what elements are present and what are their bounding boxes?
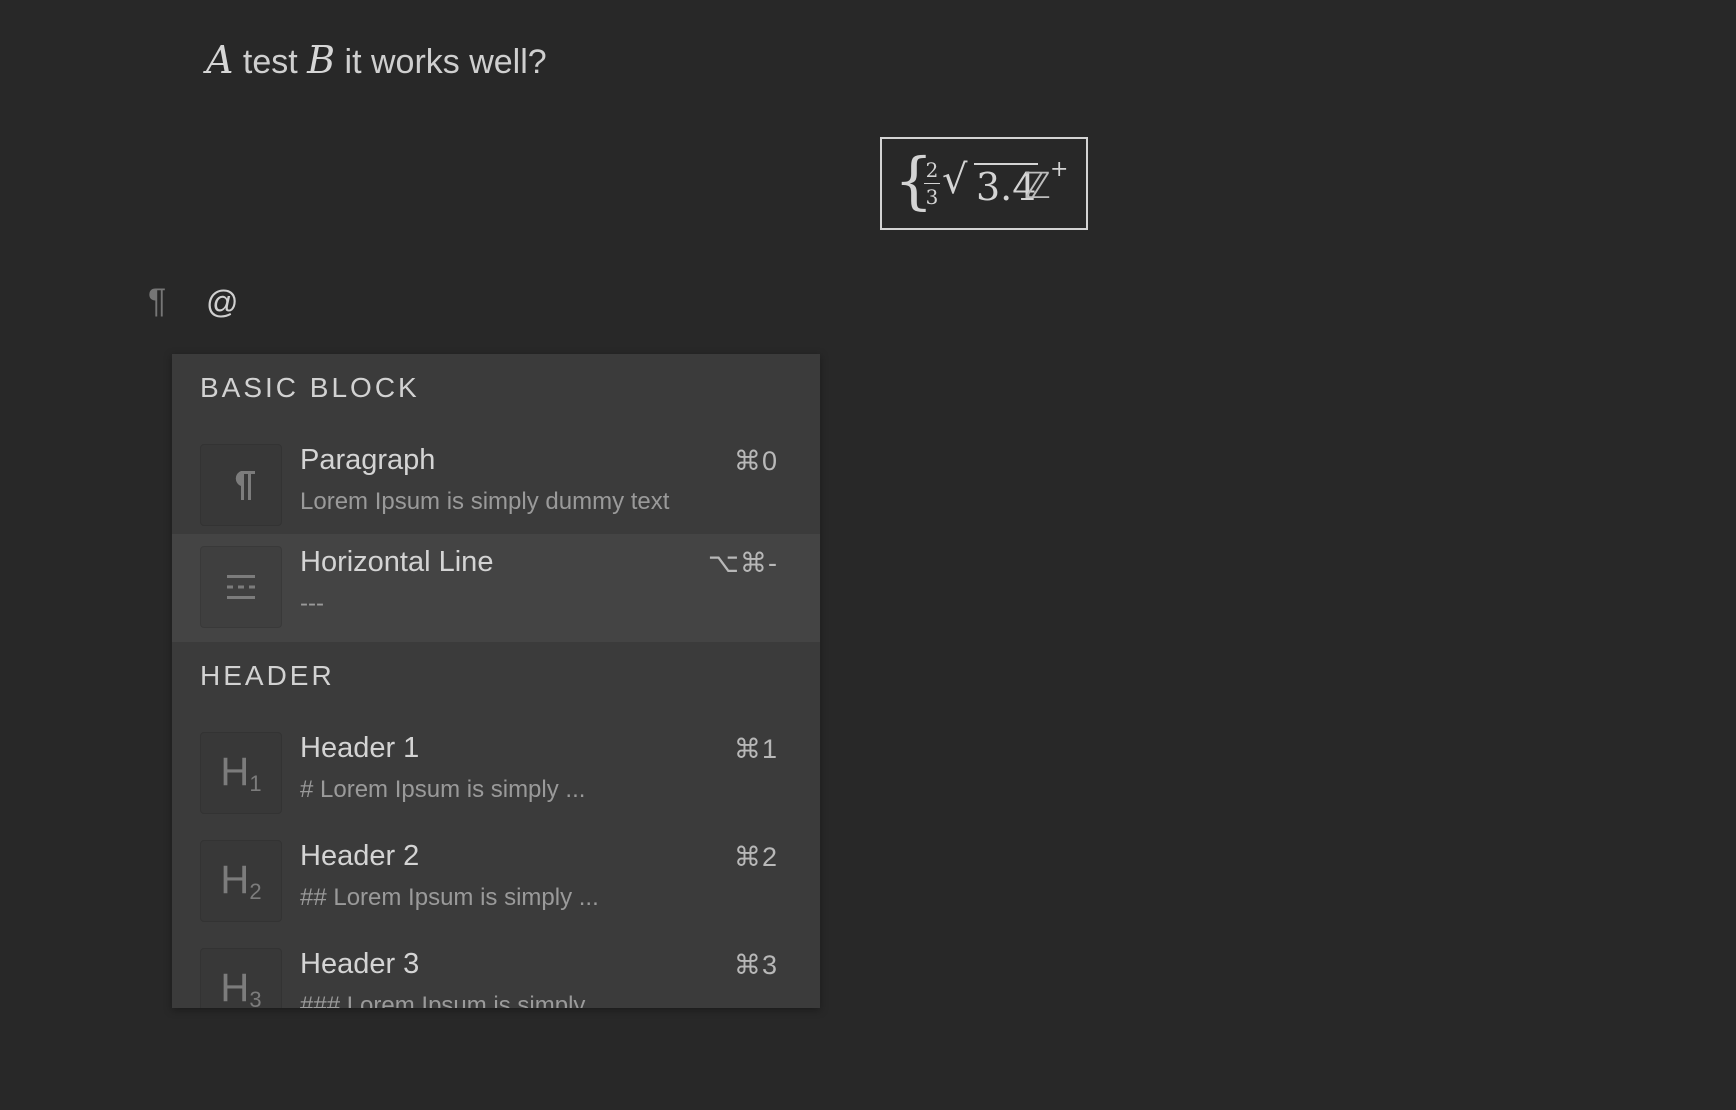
paragraph-with-inline-math[interactable]: A test B it works well? bbox=[206, 38, 547, 82]
menu-item-header-2[interactable]: H2 Header 2 ## Lorem Ipsum is simply ...… bbox=[172, 828, 820, 936]
menu-item-paragraph[interactable]: Paragraph Lorem Ipsum is simply dummy te… bbox=[172, 432, 820, 540]
section-title-header: HEADER bbox=[200, 660, 335, 691]
menu-item-shortcut: ⌘3 bbox=[733, 950, 778, 980]
menu-item-horizontal-line[interactable]: Horizontal Line --- ⌥⌘- bbox=[172, 534, 820, 642]
horizontal-line-icon bbox=[200, 546, 282, 628]
paragraph-text: it works well? bbox=[335, 43, 547, 81]
editor[interactable]: A test B it works well? { 2 3 √ 3.4 ℤ + … bbox=[0, 0, 1736, 1110]
math-numerator: 2 bbox=[925, 158, 939, 182]
menu-item-label: Paragraph bbox=[300, 444, 436, 476]
paragraph-text: test bbox=[233, 43, 308, 81]
menu-item-description: # Lorem Ipsum is simply ... bbox=[300, 776, 586, 803]
math-radical-sign: √ bbox=[942, 157, 968, 203]
menu-item-label: Horizontal Line bbox=[300, 546, 494, 578]
block-insert-menu[interactable]: BASIC BLOCK Paragraph Lorem Ipsum is sim… bbox=[172, 354, 820, 1008]
paragraph-marker-icon[interactable]: ¶ bbox=[148, 282, 166, 321]
math-superscript: + bbox=[1050, 157, 1069, 182]
inline-math-a[interactable]: A bbox=[206, 38, 233, 82]
menu-item-shortcut: ⌘0 bbox=[733, 446, 778, 476]
current-paragraph-input[interactable]: @ bbox=[206, 284, 238, 321]
header-2-icon: H2 bbox=[200, 840, 282, 922]
header-3-icon: H3 bbox=[200, 948, 282, 1008]
menu-item-shortcut: ⌘1 bbox=[733, 734, 778, 764]
math-fraction-bar bbox=[924, 183, 940, 184]
paragraph-icon bbox=[200, 444, 282, 526]
menu-item-description: ## Lorem Ipsum is simply ... bbox=[300, 884, 599, 911]
menu-item-header-3[interactable]: H3 Header 3 ### Lorem Ipsum is simply ..… bbox=[172, 936, 820, 1008]
menu-item-shortcut: ⌘2 bbox=[733, 842, 778, 872]
menu-item-label: Header 1 bbox=[300, 732, 420, 764]
menu-item-shortcut: ⌥⌘- bbox=[707, 548, 778, 578]
menu-item-label: Header 3 bbox=[300, 948, 420, 980]
menu-item-description: ### Lorem Ipsum is simply ... bbox=[300, 992, 613, 1008]
math-block[interactable]: { 2 3 √ 3.4 ℤ + bbox=[880, 137, 1088, 230]
header-1-icon: H1 bbox=[200, 732, 282, 814]
menu-item-label: Header 2 bbox=[300, 840, 420, 872]
math-integer-set: ℤ bbox=[1024, 166, 1051, 207]
menu-item-header-1[interactable]: H1 Header 1 # Lorem Ipsum is simply ... … bbox=[172, 720, 820, 828]
math-fraction: 2 3 bbox=[924, 159, 940, 208]
section-title-basic-block: BASIC BLOCK bbox=[200, 372, 420, 403]
menu-item-description: Lorem Ipsum is simply dummy text bbox=[300, 488, 670, 515]
math-denominator: 3 bbox=[925, 185, 939, 209]
menu-item-description: --- bbox=[300, 590, 324, 617]
inline-math-b[interactable]: B bbox=[307, 38, 335, 82]
